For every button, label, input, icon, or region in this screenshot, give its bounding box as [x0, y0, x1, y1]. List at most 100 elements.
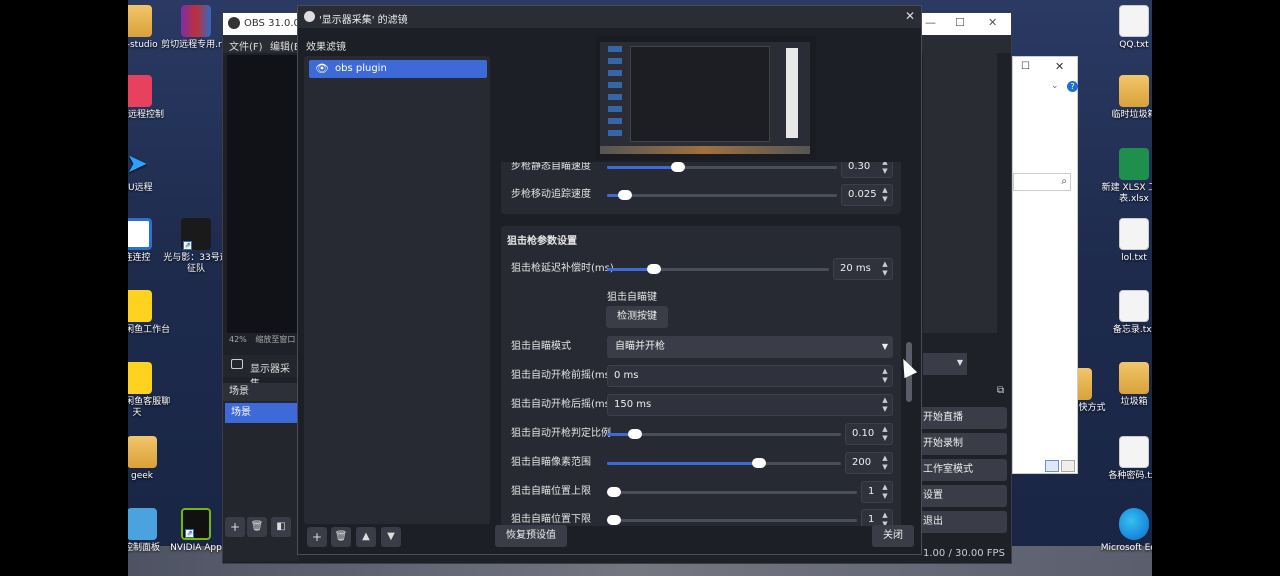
desktop-icon-label: lol.txt: [1121, 253, 1147, 263]
start-recording-button[interactable]: 开始录制: [919, 433, 1007, 455]
preview-icons-column: [608, 46, 622, 142]
property-sniper-pixel-range: 狙击自瞄像素范围 200 ▲ ▼: [511, 452, 896, 474]
eye-icon[interactable]: 👁: [315, 60, 329, 78]
desktop-icon-uu[interactable]: ➤ UU远程: [128, 148, 172, 194]
property-label: 狙击自动开枪后摇(ms): [511, 399, 614, 410]
move-up-icon[interactable]: ▲: [356, 527, 376, 547]
rifle-static-speed-slider[interactable]: [607, 162, 837, 172]
sniper-pos-upper-slider[interactable]: [607, 487, 857, 497]
sniper-pos-lower-slider[interactable]: [607, 515, 857, 525]
maximize-icon[interactable]: ☐: [955, 16, 965, 29]
desktop-icon-rar[interactable]: 剪切远程专用.rar: [161, 5, 231, 51]
filter-icon[interactable]: ◧: [271, 517, 291, 537]
desktop-icon-qq-txt[interactable]: QQ.txt: [1099, 5, 1152, 51]
desktop-icon-label: 连连控: [128, 253, 151, 263]
spin-arrows-icon[interactable]: ▲ ▼: [880, 483, 890, 501]
filter-item[interactable]: 👁 obs plugin: [309, 60, 487, 78]
desktop-icon-game[interactable]: ↗ 光与影：33号远征队: [161, 218, 231, 275]
add-scene-icon[interactable]: +: [225, 517, 245, 537]
desktop-icon-nvidia[interactable]: ↗ NVIDIA App: [161, 508, 231, 554]
help-icon[interactable]: ?: [1067, 81, 1078, 92]
folder-icon: [1119, 75, 1149, 107]
rifle-move-speed-spinbox[interactable]: 0.025 ▲ ▼: [841, 184, 893, 206]
maximize-icon[interactable]: ☐: [1021, 61, 1030, 72]
trash-icon[interactable]: 🗑: [247, 517, 267, 537]
obs-preview-right-area: [923, 53, 997, 333]
folder-icon: [1119, 362, 1149, 394]
spin-arrows-icon[interactable]: ▲ ▼: [880, 186, 890, 204]
desktop-icon-edge[interactable]: Microsoft Edge: [1099, 508, 1152, 554]
spin-arrows-icon[interactable]: ▲ ▼: [880, 511, 890, 526]
sniper-mode-combo[interactable]: 自瞄并开枪 ▼: [607, 336, 893, 358]
spin-arrows-icon[interactable]: ▲ ▼: [880, 425, 890, 443]
dock-undock-icon[interactable]: ⧉: [997, 385, 1004, 396]
search-box[interactable]: ⌕: [1013, 173, 1071, 191]
preview-screen: [600, 42, 810, 154]
folder-icon: [128, 5, 152, 37]
close-icon[interactable]: ✕: [905, 9, 915, 23]
rifle-move-speed-slider[interactable]: [607, 190, 837, 200]
sniper-pre-shake-spinbox[interactable]: 0 ms ▲ ▼: [607, 365, 893, 387]
zoom-percent: 42%: [229, 335, 247, 344]
sniper-post-shake-spinbox[interactable]: 150 ms ▲ ▼: [607, 394, 893, 416]
minimize-icon[interactable]: —: [925, 16, 936, 29]
close-button[interactable]: 关闭: [872, 525, 914, 547]
desktop-icon-xianyu-work[interactable]: 管家-闲鱼工作台: [128, 290, 172, 336]
desktop-icon-remote-control[interactable]: 归葵远程控制: [128, 75, 172, 121]
filter-properties: 步枪静态自瞄速度 0.30 ▲ ▼ 步枪移动追踪速度 0.025 ▲ ▼ 狙击枪参数设置…: [499, 162, 907, 526]
desktop-icon-label: UU远程: [128, 183, 153, 193]
chevron-down-icon[interactable]: ⌄: [1051, 81, 1059, 91]
desktop-icon-passwords[interactable]: 各种密码.txt: [1099, 436, 1152, 482]
sniper-pixel-range-spinbox[interactable]: 200 ▲ ▼: [845, 452, 893, 474]
spin-arrows-icon[interactable]: ▲ ▼: [880, 454, 890, 472]
rifle-static-speed-spinbox[interactable]: 0.30 ▲ ▼: [841, 162, 893, 178]
app-icon: [128, 290, 152, 322]
text-file-icon: [1119, 436, 1149, 468]
dialog-titlebar: '显示器采集' 的滤镜 ✕: [298, 6, 921, 28]
filters-dialog: '显示器采集' 的滤镜 ✕ 效果滤镜 👁 obs plugin 步枪静态自瞄速度…: [297, 5, 922, 555]
desktop-icon-label: QQ.txt: [1119, 40, 1149, 50]
desktop-icon-label: 控制面板: [128, 543, 160, 553]
studio-mode-button[interactable]: 工作室模式: [919, 459, 1007, 481]
settings-button[interactable]: 设置: [919, 485, 1007, 507]
desktop-icon-temp-trash[interactable]: 临时垃圾箱: [1099, 75, 1152, 121]
monitor-icon: [231, 359, 243, 369]
sniper-delay-spinbox[interactable]: 20 ms ▲ ▼: [833, 258, 893, 280]
sniper-pos-lower-spinbox[interactable]: 1 ▲ ▼: [861, 509, 893, 526]
add-filter-icon[interactable]: +: [307, 527, 327, 547]
scene-item[interactable]: 场景: [225, 403, 299, 423]
property-rifle-move-speed: 步枪移动追踪速度 0.025 ▲ ▼: [511, 184, 896, 206]
desktop-icon-geek[interactable]: geek: [128, 436, 177, 482]
trash-icon[interactable]: 🗑: [331, 527, 351, 547]
desktop-icon-label: Microsoft Edge: [1100, 543, 1152, 553]
desktop-icon-xianyu-chat[interactable]: 管家-闲鱼客服聊天: [128, 362, 172, 419]
reset-defaults-button[interactable]: 恢复预设值: [495, 525, 567, 547]
tiles-view-icon[interactable]: [1061, 460, 1075, 472]
sniper-pixel-range-slider[interactable]: [607, 458, 841, 468]
detect-key-button[interactable]: 检测按键: [606, 306, 668, 328]
spin-arrows-icon[interactable]: ▲ ▼: [880, 260, 890, 278]
sniper-section: 狙击枪参数设置 狙击枪延迟补偿时(ms) 20 ms ▲ ▼ 狙击自瞄键 检测按键 …: [501, 226, 901, 526]
sniper-delay-slider[interactable]: [607, 264, 829, 274]
sniper-ratio-slider[interactable]: [607, 429, 841, 439]
sniper-pos-upper-spinbox[interactable]: 1 ▲ ▼: [861, 481, 893, 503]
desktop-icon-memo[interactable]: 备忘录.txt: [1099, 290, 1152, 336]
menu-edit[interactable]: 编辑(E: [270, 38, 300, 53]
details-view-icon[interactable]: [1045, 460, 1059, 472]
close-icon[interactable]: ✕: [1055, 60, 1064, 73]
profile-combo[interactable]: ▼: [923, 353, 967, 375]
obs-preview-area[interactable]: [227, 55, 299, 333]
spin-arrows-icon[interactable]: ▲ ▼: [880, 396, 890, 414]
desktop-icon-lol-txt[interactable]: lol.txt: [1099, 218, 1152, 264]
start-streaming-button[interactable]: 开始直播: [919, 407, 1007, 429]
desktop-icon-xlsx[interactable]: 新建 XLSX 工作表.xlsx: [1099, 148, 1152, 205]
close-icon[interactable]: ✕: [988, 16, 997, 29]
spin-arrows-icon[interactable]: ▲ ▼: [880, 367, 890, 385]
spin-arrows-icon[interactable]: ▲ ▼: [880, 162, 890, 176]
move-down-icon[interactable]: ▼: [381, 527, 401, 547]
filter-list: 👁 obs plugin: [304, 56, 490, 524]
sniper-ratio-spinbox[interactable]: 0.10 ▲ ▼: [845, 423, 893, 445]
spreadsheet-icon: [1119, 148, 1149, 180]
menu-file[interactable]: 文件(F): [229, 38, 263, 53]
exit-button[interactable]: 退出: [919, 511, 1007, 533]
